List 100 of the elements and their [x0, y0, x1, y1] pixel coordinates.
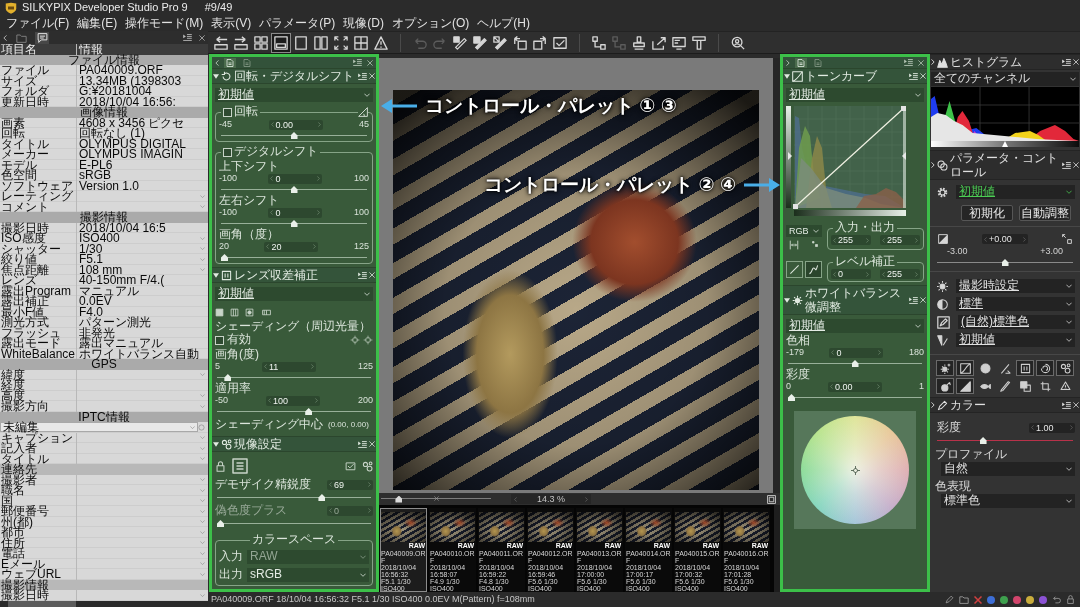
number-field[interactable]: 0.00: [268, 119, 323, 130]
tool-button[interactable]: [956, 378, 974, 394]
tool-button[interactable]: [1056, 360, 1074, 376]
number-field[interactable]: 100: [266, 395, 320, 406]
menu-item[interactable]: ヘルプ(H): [473, 15, 534, 31]
number-field[interactable]: 255: [831, 235, 871, 245]
undo-icon[interactable]: [1052, 595, 1061, 604]
tool-button[interactable]: [936, 360, 954, 376]
close-icon[interactable]: [1073, 59, 1079, 65]
number-field[interactable]: 0: [831, 269, 871, 279]
menu-item[interactable]: 現像(D): [339, 15, 388, 31]
slider-thumb[interactable]: [395, 495, 403, 503]
menu-item[interactable]: 表示(V): [207, 15, 256, 31]
slider-thumb[interactable]: [221, 254, 228, 261]
slider-thumb[interactable]: [290, 220, 298, 227]
status-dropdown[interactable]: 未編集: [0, 422, 198, 432]
number-field[interactable]: 255: [880, 235, 920, 245]
tool-button[interactable]: [936, 378, 954, 394]
setting-dropdown[interactable]: 撮影時設定: [956, 279, 1075, 293]
panel-menu-icon[interactable]: [1062, 58, 1071, 66]
number-field[interactable]: 0: [268, 173, 323, 184]
panel-menu-icon[interactable]: [183, 34, 192, 41]
panel-menu-icon[interactable]: [1062, 401, 1071, 409]
curve-mode-button[interactable]: [786, 261, 803, 278]
section-header[interactable]: パラメータ・コントロール: [930, 150, 1080, 180]
close-icon[interactable]: [367, 59, 373, 66]
menu-item[interactable]: オプション(O): [388, 15, 474, 31]
checklist-icon[interactable]: [345, 461, 356, 471]
panel-menu-icon[interactable]: [904, 59, 913, 66]
palette-tab[interactable]: [795, 57, 807, 68]
setting-dropdown[interactable]: 標準: [956, 297, 1075, 311]
preset-dropdown[interactable]: 初期値: [786, 88, 924, 102]
slider-thumb[interactable]: [318, 494, 326, 501]
tool-button[interactable]: [1036, 360, 1054, 376]
close-icon[interactable]: [918, 59, 924, 66]
profile-dropdown[interactable]: 標準色: [941, 494, 1075, 508]
preset-dropdown[interactable]: 初期値: [215, 88, 373, 102]
number-field[interactable]: 1.00: [1029, 422, 1075, 433]
preset-dropdown[interactable]: 初期値: [215, 287, 373, 301]
column-header[interactable]: 項目名: [1, 44, 37, 55]
point-handle[interactable]: [901, 106, 906, 111]
checkbox[interactable]: [223, 147, 232, 157]
color-tag-icon[interactable]: [1000, 595, 1008, 604]
setting-dropdown[interactable]: 初期値: [956, 333, 1075, 347]
lock-icon[interactable]: [1066, 595, 1075, 604]
fit-range-icon[interactable]: [789, 240, 799, 250]
slider-thumb[interactable]: [851, 360, 859, 367]
zoom-field[interactable]: 14.3 %: [511, 494, 591, 504]
color-tag-icon[interactable]: [1039, 595, 1047, 604]
color-tag-icon[interactable]: [987, 595, 995, 604]
slider-track[interactable]: [788, 394, 922, 401]
chevron-left-icon[interactable]: [3, 34, 7, 41]
level-marker[interactable]: [788, 152, 792, 160]
menu-item[interactable]: ファイル(F): [2, 15, 74, 31]
channel-dropdown[interactable]: 全てのチャンネル: [931, 72, 1079, 86]
palette-tab[interactable]: [241, 57, 253, 68]
tone-curve-graph[interactable]: [786, 106, 908, 216]
level-marker[interactable]: [902, 152, 906, 160]
panel-menu-icon[interactable]: [1062, 161, 1071, 169]
section-header[interactable]: カラー: [930, 397, 1080, 413]
channel-dropdown[interactable]: RGB: [786, 225, 822, 237]
slider-thumb[interactable]: [224, 374, 232, 381]
number-field[interactable]: 69: [327, 479, 373, 490]
number-field[interactable]: 0.00: [828, 381, 882, 392]
menu-item[interactable]: パラメータ(P): [255, 15, 340, 31]
slider-track[interactable]: [221, 254, 367, 261]
scrollbar[interactable]: [773, 58, 780, 493]
folder-icon[interactable]: [959, 595, 969, 604]
slider-track[interactable]: [217, 520, 371, 527]
menu-item[interactable]: 操作モード(M): [121, 15, 208, 31]
slider-thumb[interactable]: [1001, 259, 1009, 266]
crosshair-icon[interactable]: [350, 335, 360, 345]
action-button[interactable]: 自動調整: [1019, 205, 1071, 221]
chevron-left-icon[interactable]: [215, 59, 219, 66]
lock-icon[interactable]: [215, 460, 226, 472]
slider-thumb[interactable]: [305, 408, 313, 415]
color-tag-icon[interactable]: [1013, 595, 1021, 604]
checkbox[interactable]: [223, 107, 232, 117]
pencil-icon[interactable]: [945, 595, 954, 604]
circles-icon[interactable]: [362, 460, 373, 472]
action-button[interactable]: 初期化: [961, 205, 1013, 221]
number-field[interactable]: 0: [268, 207, 323, 218]
close-icon[interactable]: [199, 34, 205, 41]
preset-dropdown[interactable]: 初期値: [956, 185, 1075, 199]
colorspace-dropdown[interactable]: sRGB: [247, 568, 369, 582]
squares-icon[interactable]: [811, 240, 819, 248]
profile-dropdown[interactable]: 自然: [941, 462, 1075, 476]
palette-tab[interactable]: [224, 57, 236, 68]
number-field[interactable]: 0: [829, 347, 884, 358]
profile-tile-icon[interactable]: [232, 458, 248, 474]
curve-mode-button[interactable]: [805, 261, 822, 278]
slider-thumb[interactable]: [290, 132, 298, 139]
checkbox[interactable]: [215, 335, 224, 345]
toolbar-button[interactable]: [271, 32, 291, 53]
number-field[interactable]: 11: [262, 361, 316, 372]
section-header[interactable]: ヒストグラム: [930, 54, 1080, 70]
crosshair-icon[interactable]: [363, 335, 373, 345]
tool-button[interactable]: [956, 360, 974, 376]
level-bar[interactable]: [931, 141, 1079, 147]
setting-dropdown[interactable]: (自然)標準色: [958, 315, 1075, 329]
